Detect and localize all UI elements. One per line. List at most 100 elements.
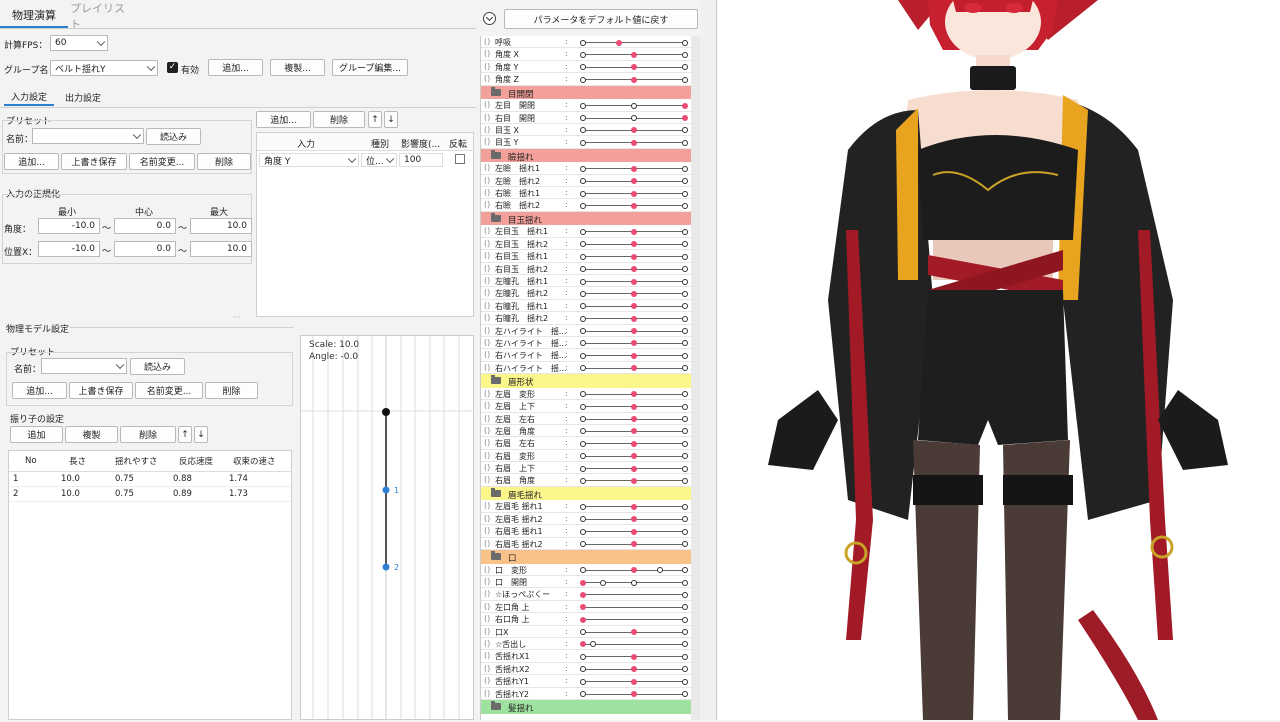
param-row[interactable]: () 右目 開閉: [481, 112, 691, 124]
param-row[interactable]: () 角度 Y: [481, 61, 691, 74]
param-keyform-dot[interactable] [580, 416, 586, 423]
param-row[interactable]: () 右眉 上下: [481, 462, 691, 475]
param-keyform-dot[interactable] [631, 190, 637, 197]
input-add-button[interactable]: 追加... [256, 111, 311, 128]
param-keyform-dot[interactable] [682, 228, 688, 235]
tab-playlist[interactable]: プレイリスト [70, 2, 132, 31]
param-keyform-dot[interactable] [580, 678, 586, 685]
param-keyform-dot[interactable] [682, 477, 688, 484]
param-row[interactable]: () ☆舌出し: [481, 638, 691, 651]
param-keyform-dot[interactable] [631, 678, 637, 685]
table-row[interactable]: 2 10.0 0.75 0.89 1.73 [9, 486, 291, 501]
param-keyform-dot[interactable] [682, 465, 688, 472]
param-row[interactable]: () 右瞳孔 揺れ2: [481, 312, 691, 325]
param-row[interactable]: () 右ハイライト 揺...: [481, 362, 691, 375]
param-keyform-dot[interactable] [580, 629, 586, 636]
model-preset-load-button[interactable]: 読込み [130, 358, 185, 375]
param-keyform-dot[interactable] [682, 115, 688, 122]
param-keyform-dot[interactable] [682, 365, 688, 372]
pendulum-add-button[interactable]: 追加 [10, 426, 63, 443]
param-keyform-dot[interactable] [580, 51, 586, 58]
param-keyform-dot[interactable] [682, 416, 688, 423]
param-keyform-dot[interactable] [631, 241, 637, 248]
param-group-header[interactable]: 口 [481, 550, 691, 564]
param-keyform-dot[interactable] [656, 567, 663, 574]
pendulum-up-button[interactable]: ↑ [178, 426, 192, 443]
input-preset-name-select[interactable] [32, 128, 144, 144]
param-keyform-dot[interactable] [682, 328, 688, 335]
param-row[interactable]: () 左眉毛 揺れ2: [481, 513, 691, 526]
param-group-header[interactable]: 髪揺れ [481, 699, 691, 714]
param-keyform-dot[interactable] [580, 303, 586, 310]
param-slider-track[interactable] [580, 653, 688, 660]
param-keyform-dot[interactable] [580, 202, 586, 209]
param-keyform-dot[interactable] [580, 641, 586, 648]
param-keyform-dot[interactable] [631, 440, 637, 447]
param-keyform-dot[interactable] [631, 51, 637, 58]
param-keyform-dot[interactable] [682, 266, 688, 273]
param-row[interactable]: () 左眉 上下: [481, 400, 691, 413]
param-keyform-dot[interactable] [580, 403, 586, 410]
model-preset-name-select[interactable] [41, 358, 127, 374]
param-row[interactable]: () 呼吸: [481, 36, 691, 49]
param-row[interactable]: () 右眉 角度: [481, 474, 691, 487]
param-keyform-dot[interactable] [682, 352, 688, 359]
pendulum-delete-button[interactable]: 削除 [120, 426, 176, 443]
param-list-scrollbar[interactable] [691, 36, 700, 720]
param-keyform-dot[interactable] [580, 653, 586, 660]
group-name-select[interactable]: ベルト揺れY [50, 60, 158, 76]
param-slider-track[interactable] [580, 528, 688, 535]
param-keyform-dot[interactable] [682, 340, 688, 347]
param-keyform-dot[interactable] [631, 340, 637, 347]
param-slider-track[interactable] [580, 39, 688, 46]
param-keyform-dot[interactable] [631, 115, 637, 122]
viewport-splitter[interactable] [700, 0, 717, 720]
input-up-button[interactable]: ↑ [368, 111, 382, 128]
param-slider-track[interactable] [580, 127, 688, 134]
param-slider-track[interactable] [580, 428, 688, 435]
param-keyform-dot[interactable] [682, 528, 688, 535]
param-keyform-dot[interactable] [631, 653, 637, 660]
param-row[interactable]: () 右眉 左右: [481, 437, 691, 450]
param-row[interactable]: () 右眉毛 揺れ1: [481, 525, 691, 538]
param-slider-track[interactable] [580, 165, 688, 172]
param-group-header[interactable]: 目玉揺れ [481, 211, 691, 226]
param-keyform-dot[interactable] [580, 567, 586, 574]
param-row[interactable]: () 口X: [481, 626, 691, 638]
param-keyform-dot[interactable] [682, 76, 688, 83]
param-keyform-dot[interactable] [631, 691, 637, 698]
param-keyform-dot[interactable] [580, 477, 586, 484]
param-keyform-dot[interactable] [631, 528, 637, 535]
normalize-angle-center[interactable]: 0.0 [114, 218, 176, 234]
collapse-circle-icon[interactable] [483, 12, 496, 25]
param-keyform-dot[interactable] [631, 391, 637, 398]
param-keyform-dot[interactable] [580, 39, 586, 46]
param-keyform-dot[interactable] [682, 541, 688, 548]
param-row[interactable]: () 右目玉 揺れ2: [481, 263, 691, 276]
param-keyform-dot[interactable] [580, 516, 586, 523]
param-keyform-dot[interactable] [682, 139, 688, 146]
param-keyform-dot[interactable] [682, 403, 688, 410]
param-keyform-dot[interactable] [682, 64, 688, 71]
param-keyform-dot[interactable] [682, 653, 688, 660]
param-keyform-dot[interactable] [631, 516, 637, 523]
param-keyform-dot[interactable] [580, 127, 586, 134]
param-slider-track[interactable] [580, 202, 688, 209]
param-keyform-dot[interactable] [682, 453, 688, 460]
param-slider-track[interactable] [580, 629, 688, 636]
param-keyform-dot[interactable] [631, 64, 637, 71]
param-keyform-dot[interactable] [682, 567, 688, 574]
param-keyform-dot[interactable] [580, 64, 586, 71]
param-keyform-dot[interactable] [580, 503, 586, 510]
param-keyform-dot[interactable] [580, 352, 586, 359]
param-keyform-dot[interactable] [580, 691, 586, 698]
model-preset-delete-button[interactable]: 削除 [205, 382, 258, 399]
param-row[interactable]: () 左眉 角度: [481, 425, 691, 438]
param-slider-track[interactable] [580, 139, 688, 146]
tab-physics[interactable]: 物理演算 [0, 4, 68, 28]
param-row[interactable]: () 角度 X: [481, 48, 691, 61]
normalize-posx-max[interactable]: 10.0 [190, 241, 252, 257]
param-slider-track[interactable] [580, 641, 688, 648]
param-row[interactable]: () 左瞼 揺れ1: [481, 162, 691, 175]
param-row[interactable]: () 左瞼 揺れ2: [481, 175, 691, 188]
